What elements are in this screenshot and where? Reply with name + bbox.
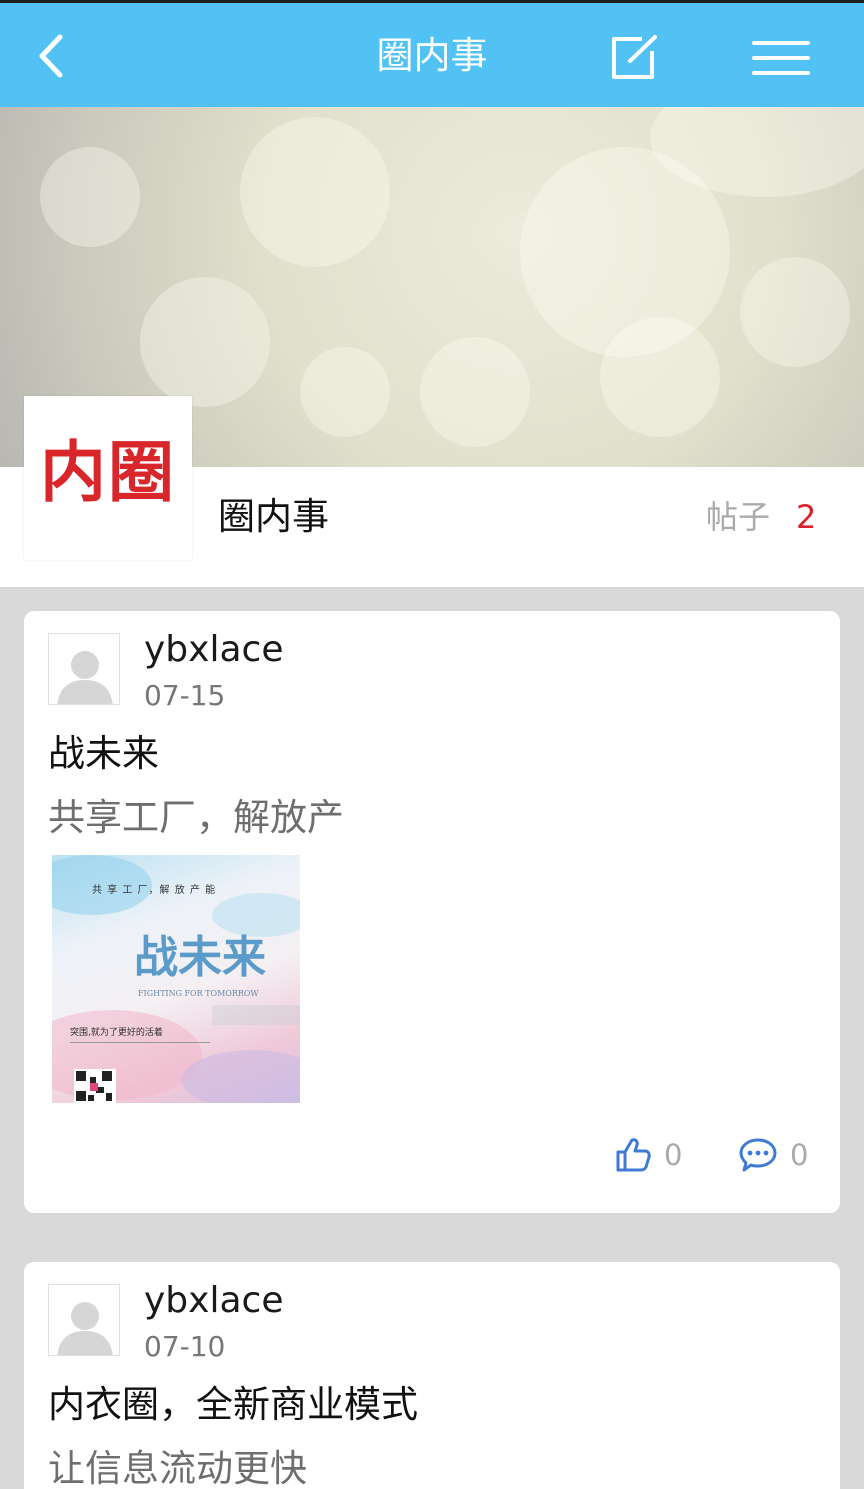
post-card[interactable]: ybxlace 07-10 内衣圈，全新商业模式 让信息流动更快 (24, 1262, 840, 1489)
post-summary: 共享工厂，解放产 (48, 796, 344, 839)
post-title[interactable]: 战未来 (48, 729, 159, 779)
image-headline: 战未来 (134, 932, 266, 983)
circle-logo-text: 内圈 (40, 433, 176, 511)
menu-icon (752, 41, 810, 75)
comment-button[interactable]: 0 (738, 1135, 808, 1175)
circle-name: 圈内事 (218, 495, 329, 538)
post-card[interactable]: ybxlace 07-15 战未来 共享工厂，解放产 共 享 工 厂，解 放 产… (24, 611, 840, 1213)
top-bar: 圈内事 (0, 0, 864, 107)
thumbs-up-icon (616, 1138, 651, 1172)
post-date: 07-15 (144, 679, 226, 712)
avatar[interactable] (48, 1284, 120, 1356)
post-image[interactable]: 共 享 工 厂，解 放 产 能 战未来 FIGHTING FOR TOMORRO… (52, 855, 300, 1103)
image-subtitle: FIGHTING FOR TOMORROW (138, 989, 259, 998)
user-placeholder-icon (57, 651, 113, 704)
menu-button[interactable] (750, 35, 812, 81)
edit-icon (612, 35, 657, 79)
comment-count: 0 (790, 1138, 809, 1172)
avatar[interactable] (48, 633, 120, 705)
compose-button[interactable] (608, 33, 662, 83)
comment-icon (739, 1138, 777, 1172)
image-top-text: 共 享 工 厂，解 放 产 能 (92, 885, 217, 896)
post-author[interactable]: ybxlace (144, 627, 283, 673)
circle-logo: 内圈 (24, 396, 192, 560)
like-button[interactable]: 0 (614, 1135, 682, 1175)
post-date: 07-10 (144, 1330, 226, 1363)
post-summary: 让信息流动更快 (48, 1447, 307, 1489)
user-placeholder-icon (57, 1302, 113, 1355)
posts-label: 帖子 (706, 498, 771, 536)
post-title[interactable]: 内衣圈，全新商业模式 (48, 1380, 418, 1430)
post-author[interactable]: ybxlace (144, 1278, 283, 1324)
like-count: 0 (664, 1138, 683, 1172)
image-caption: 突围,就为了更好的活着 (70, 1025, 210, 1043)
page-title: 圈内事 (376, 34, 488, 77)
posts-count: 2 (796, 498, 817, 536)
